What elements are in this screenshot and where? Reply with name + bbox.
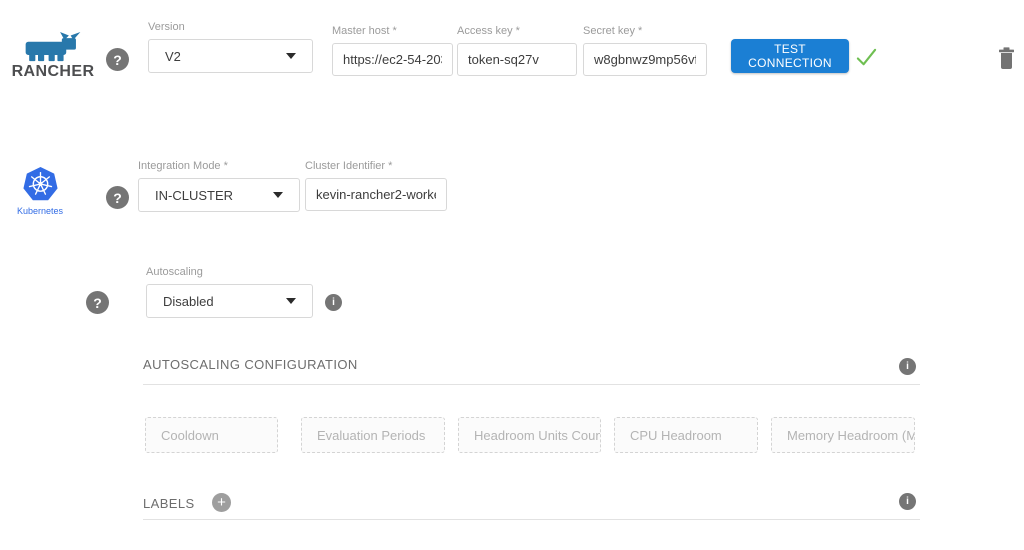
autoscaling-select[interactable]: Disabled <box>146 284 313 318</box>
autoscaling-label: Autoscaling <box>146 266 313 278</box>
master-host-field: Master host * <box>332 25 453 76</box>
evaluation-periods-input-disabled: Evaluation Periods <box>301 417 445 453</box>
memory-headroom-input-disabled: Memory Headroom (MiB) <box>771 417 915 453</box>
section-divider <box>143 519 920 520</box>
chevron-down-icon <box>273 192 283 198</box>
cluster-identifier-input[interactable] <box>305 178 447 211</box>
autoscaling-configuration-title: AUTOSCALING CONFIGURATION <box>143 357 358 372</box>
help-icon-rancher[interactable]: ? <box>106 48 129 71</box>
version-value: V2 <box>165 49 181 64</box>
kubernetes-logo: Kubernetes <box>15 167 65 216</box>
info-glyph: i <box>332 297 335 308</box>
help-icon-autoscaling[interactable]: ? <box>86 291 109 314</box>
master-host-input[interactable] <box>332 43 453 76</box>
integration-mode-value: IN-CLUSTER <box>155 188 233 203</box>
info-glyph: i <box>906 496 909 507</box>
secret-key-field: Secret key * <box>583 25 707 76</box>
add-label-button[interactable]: + <box>212 493 231 512</box>
help-icon-kubernetes[interactable]: ? <box>106 186 129 209</box>
rancher-logo: RANCHER <box>10 32 96 81</box>
info-icon-autoscaling[interactable]: i <box>325 294 342 311</box>
rancher-logo-text: RANCHER <box>10 63 96 81</box>
connection-success-check-icon <box>855 46 878 74</box>
secret-key-input[interactable] <box>583 43 707 76</box>
help-glyph: ? <box>93 295 102 311</box>
test-connection-button[interactable]: TEST CONNECTION <box>731 39 849 73</box>
info-icon-labels[interactable]: i <box>899 493 916 510</box>
help-glyph: ? <box>113 190 122 206</box>
cluster-identifier-label: Cluster Identifier * <box>305 160 447 172</box>
chevron-down-icon <box>286 53 296 59</box>
access-key-input[interactable] <box>457 43 577 76</box>
autoscaling-value: Disabled <box>163 294 214 309</box>
access-key-label: Access key * <box>457 25 577 37</box>
integration-settings-page: RANCHER ? Version V2 Master host * Acces… <box>0 0 1024 550</box>
info-icon-autoscaling-configuration[interactable]: i <box>899 358 916 375</box>
cluster-identifier-field: Cluster Identifier * <box>305 160 447 211</box>
cooldown-input-disabled: Cooldown <box>145 417 278 453</box>
plus-icon: + <box>217 494 226 511</box>
integration-mode-label: Integration Mode * <box>138 160 300 172</box>
delete-integration-trash-icon[interactable] <box>998 46 1015 75</box>
version-select[interactable]: V2 <box>148 39 313 73</box>
info-glyph: i <box>906 361 909 372</box>
help-glyph: ? <box>113 52 122 68</box>
secret-key-label: Secret key * <box>583 25 707 37</box>
kubernetes-logo-text: Kubernetes <box>15 206 65 216</box>
chevron-down-icon <box>286 298 296 304</box>
integration-mode-select[interactable]: IN-CLUSTER <box>138 178 300 212</box>
headroom-units-count-input-disabled: Headroom Units Count <box>458 417 601 453</box>
section-divider <box>143 384 920 385</box>
access-key-field: Access key * <box>457 25 577 76</box>
kubernetes-helm-icon <box>15 167 65 203</box>
labels-title: LABELS <box>143 496 195 511</box>
master-host-label: Master host * <box>332 25 453 37</box>
version-label: Version <box>148 21 313 33</box>
autoscaling-field: Autoscaling Disabled <box>146 266 313 318</box>
rancher-bull-icon <box>10 32 96 62</box>
integration-mode-field: Integration Mode * IN-CLUSTER <box>138 160 300 212</box>
cpu-headroom-input-disabled: CPU Headroom <box>614 417 758 453</box>
version-field: Version V2 <box>148 21 313 73</box>
